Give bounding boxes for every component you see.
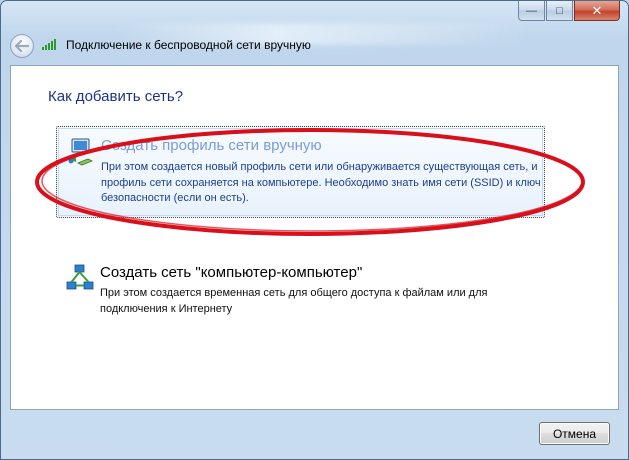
window-title: Подключение к беспроводной сети вручную: [66, 38, 311, 52]
window-controls: — □ ✕: [518, 1, 620, 21]
minimize-button[interactable]: —: [518, 1, 545, 21]
wireless-signal-icon: [42, 39, 56, 50]
close-button[interactable]: ✕: [574, 1, 620, 21]
page-heading: Как добавить сеть?: [48, 88, 184, 105]
option-create-adhoc-title: Создать сеть "компьютер-компьютер": [100, 264, 363, 281]
ad-hoc-network-icon: [66, 264, 94, 290]
content-panel: Как добавить сеть? Создать профиль сети …: [10, 65, 619, 410]
network-profile-icon: [68, 138, 93, 166]
option-create-profile[interactable]: Создать профиль сети вручную При этом со…: [56, 126, 545, 218]
option-create-adhoc-description: При этом создается временная сеть для об…: [100, 287, 488, 315]
option-create-adhoc[interactable]: Создать сеть "компьютер-компьютер" При э…: [56, 261, 545, 321]
cancel-button[interactable]: Отмена: [539, 422, 610, 445]
back-arrow-icon: [15, 40, 29, 52]
option-create-profile-title: Создать профиль сети вручную: [101, 137, 322, 154]
wizard-window: — □ ✕ Подключение к беспроводной сети вр…: [0, 0, 629, 460]
option-create-profile-description: При этом создается новый профиль сети ил…: [101, 161, 541, 204]
back-button[interactable]: [10, 34, 34, 58]
maximize-button[interactable]: □: [546, 1, 573, 21]
